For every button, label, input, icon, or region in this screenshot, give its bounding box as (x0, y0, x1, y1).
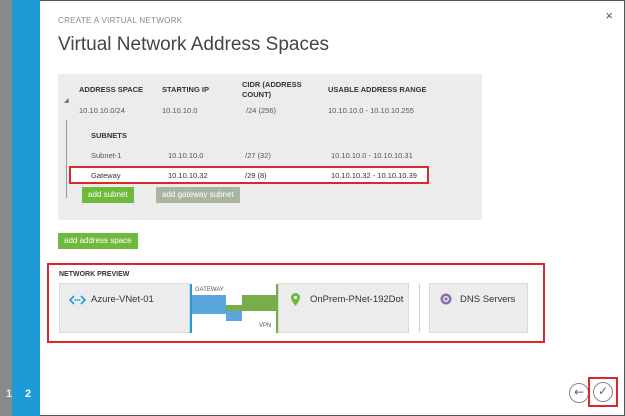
header-cidr-line2: COUNT) (242, 90, 272, 99)
step-rail (0, 0, 12, 416)
header-starting-ip: STARTING IP (162, 85, 209, 94)
header-cidr-line1: CIDR (ADDRESS (242, 80, 302, 89)
subnets-label: SUBNETS (91, 131, 127, 140)
step-progress-bar (12, 0, 40, 416)
local-network-name: OnPrem-PNet-192Dot (310, 294, 404, 305)
subnet-1-cidr[interactable]: /27 (32) (245, 151, 271, 160)
header-usable-range: USABLE ADDRESS RANGE (328, 85, 427, 94)
gateway-label: GATEWAY (195, 287, 224, 293)
back-arrow-icon[interactable]: ← (569, 383, 589, 403)
tree-connector (66, 120, 67, 198)
subnet-1-name[interactable]: Subnet-1 (91, 151, 121, 160)
dns-server-icon (440, 293, 452, 305)
gateway-subnet-row: Gateway 10.10.10.32 /29 (8) 10.10.10.32 … (69, 166, 429, 184)
network-preview-label: NETWORK PREVIEW (59, 271, 130, 278)
collapse-caret-icon[interactable]: ◢ (64, 97, 69, 104)
local-network-node: OnPrem-PNet-192Dot (278, 283, 409, 333)
vnet-node: Azure-VNet-01 (59, 283, 190, 333)
wizard-eyebrow: CREATE A VIRTUAL NETWORK (58, 16, 183, 25)
address-space-panel: ADDRESS SPACE STARTING IP CIDR (ADDRESS … (58, 74, 482, 220)
vpn-label: VPN (259, 323, 272, 329)
complete-check-icon[interactable]: ✓ (593, 382, 613, 402)
gateway-subnet-starting-ip[interactable]: 10.10.10.32 (168, 171, 208, 180)
gateway-subnet-name[interactable]: Gateway (91, 171, 121, 180)
add-gateway-subnet-button[interactable]: add gateway subnet (156, 187, 240, 203)
add-subnet-button[interactable]: add subnet (82, 187, 134, 203)
close-icon[interactable]: × (605, 8, 613, 23)
page-title: Virtual Network Address Spaces (58, 34, 330, 55)
preview-divider (419, 284, 420, 332)
space-usable-range: 10.10.10.0 - 10.10.10.255 (328, 106, 414, 115)
virtual-network-icon (69, 295, 86, 305)
subnet-1-starting-ip[interactable]: 10.10.10.0 (168, 151, 203, 160)
step-1-indicator[interactable]: 1 (6, 388, 12, 400)
step-2-indicator[interactable]: 2 (25, 388, 31, 400)
dns-label: DNS Servers (460, 294, 516, 305)
gateway-subnet-usable-range: 10.10.10.32 - 10.10.10.39 (331, 171, 417, 180)
subnet-1-usable-range: 10.10.10.0 - 10.10.10.31 (331, 151, 413, 160)
vnet-name: Azure-VNet-01 (91, 294, 154, 305)
header-address-space: ADDRESS SPACE (79, 85, 144, 94)
space-address[interactable]: 10.10.10.0/24 (79, 106, 125, 115)
header-cidr: CIDR (ADDRESS COUNT) (242, 80, 302, 100)
dns-node: DNS Servers (429, 283, 528, 333)
location-pin-icon (291, 293, 300, 306)
space-starting-ip[interactable]: 10.10.10.0 (162, 106, 197, 115)
gateway-subnet-cidr[interactable]: /29 (8) (245, 171, 267, 180)
space-cidr[interactable]: /24 (256) (246, 106, 276, 115)
add-address-space-button[interactable]: add address space (58, 233, 138, 249)
